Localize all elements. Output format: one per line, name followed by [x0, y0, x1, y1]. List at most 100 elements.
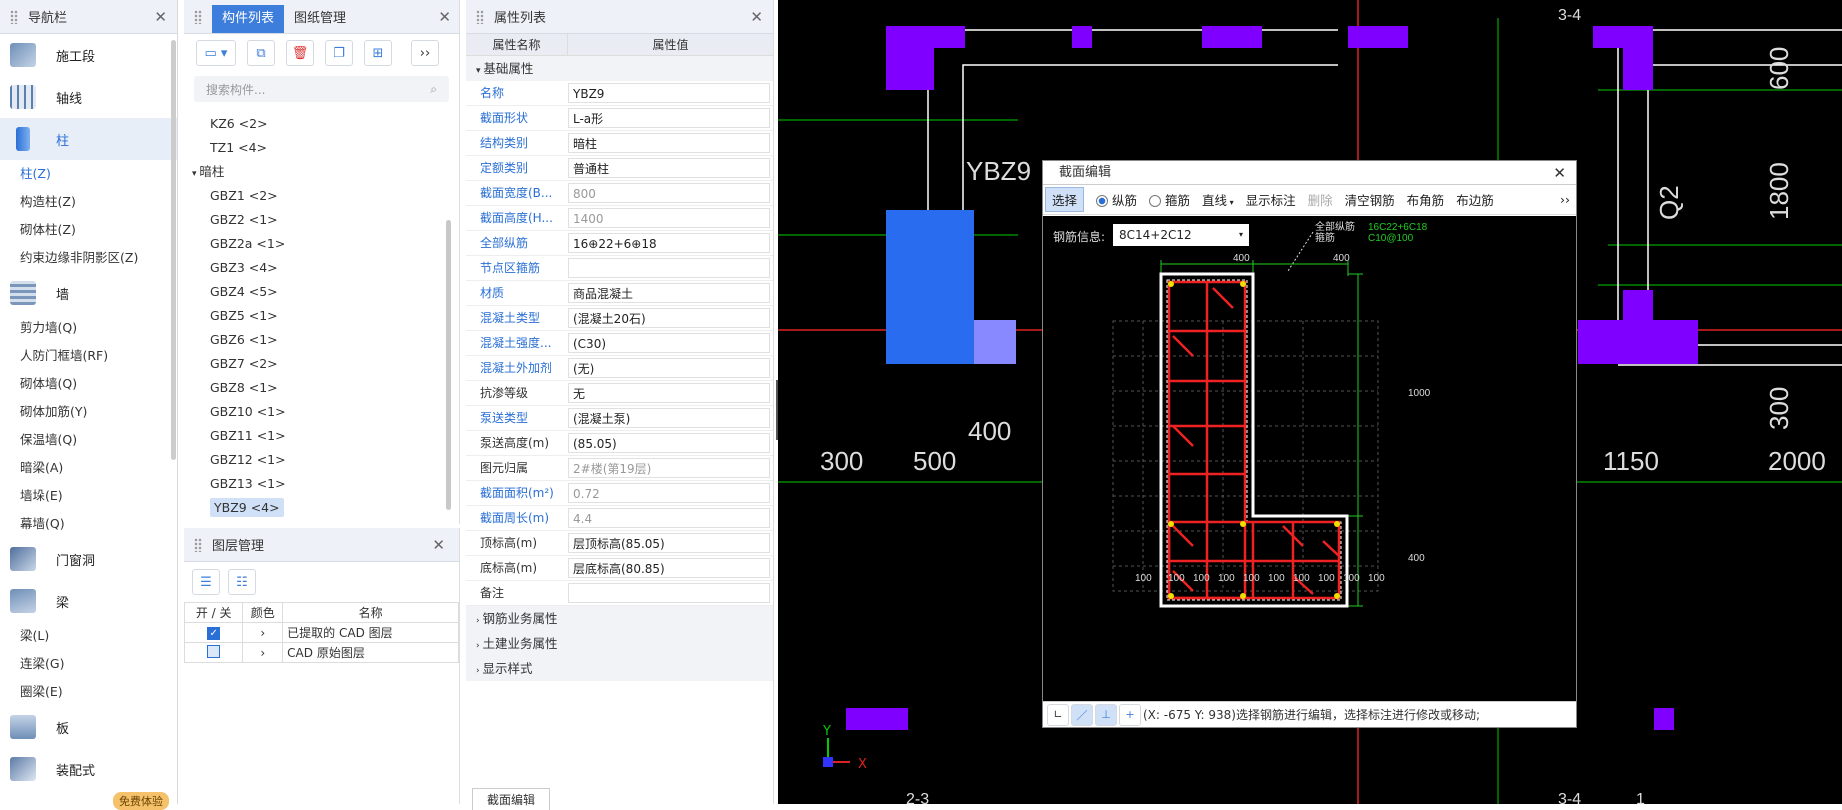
- nav-cat-axis[interactable]: 轴线: [0, 76, 177, 118]
- search-input[interactable]: 搜索构件...: [206, 81, 265, 98]
- property-value-field[interactable]: 16⊕22+6⊕18: [568, 233, 770, 253]
- layer-copy-button[interactable]: ⊞: [364, 40, 392, 66]
- layer-filter-button[interactable]: ☷: [228, 569, 256, 595]
- close-icon[interactable]: ✕: [438, 8, 451, 26]
- property-row[interactable]: 全部纵筋 16⊕22+6⊕18: [466, 231, 773, 256]
- tab-section-edit[interactable]: 截面编辑: [472, 788, 551, 810]
- property-value-field[interactable]: 暗柱: [568, 133, 770, 153]
- property-row[interactable]: 截面高度(H... 1400: [466, 206, 773, 231]
- longitudinal-rebar-radio[interactable]: 纵筋: [1096, 190, 1137, 209]
- property-value-field[interactable]: 1400: [568, 208, 770, 228]
- list-item[interactable]: GBZ7 <2>: [184, 352, 459, 376]
- list-item[interactable]: GBZ5 <1>: [184, 304, 459, 328]
- nav-sub-civil-door-wall[interactable]: 人防门框墙(RF): [0, 342, 177, 370]
- layer-checkbox[interactable]: ✓: [207, 627, 221, 640]
- list-item[interactable]: KZ6 <2>: [184, 112, 459, 136]
- property-value-field[interactable]: (85.05): [568, 433, 770, 453]
- list-item[interactable]: GBZ11 <1>: [184, 424, 459, 448]
- line-snap-icon[interactable]: ／: [1071, 703, 1093, 726]
- tab-component-list[interactable]: 构件列表: [212, 5, 285, 33]
- list-item[interactable]: GBZ13 <1>: [184, 472, 459, 496]
- more-icon[interactable]: ››: [411, 40, 439, 66]
- list-item[interactable]: GBZ3 <4>: [184, 256, 459, 280]
- property-value-field[interactable]: 层底标高(80.85): [568, 558, 770, 578]
- list-item[interactable]: GBZ12 <1>: [184, 448, 459, 472]
- clear-rebar-button[interactable]: 清空钢筋: [1345, 190, 1395, 209]
- nav-cat-column[interactable]: 柱: [0, 118, 177, 160]
- stirrup-radio[interactable]: 箍筋: [1149, 190, 1190, 209]
- property-row[interactable]: 混凝土类型 (混凝土20石): [466, 306, 773, 331]
- trial-badge[interactable]: 免费体验: [113, 792, 169, 810]
- layer-show-all-button[interactable]: ☰: [192, 569, 220, 595]
- select-tool-button[interactable]: 选择: [1045, 187, 1085, 212]
- close-icon[interactable]: ✕: [1553, 161, 1566, 184]
- table-row[interactable]: › CAD 原始图层: [183, 642, 459, 663]
- nav-cat-beam[interactable]: 梁: [0, 580, 177, 622]
- property-value-field[interactable]: (无): [568, 358, 770, 378]
- component-search[interactable]: 搜索构件... ⌕: [194, 76, 449, 102]
- more-icon[interactable]: ››: [1560, 192, 1570, 207]
- delete-button[interactable]: 🗑: [286, 40, 314, 66]
- corner-rebar-button[interactable]: 布角筋: [1407, 190, 1445, 209]
- nav-scrollbar[interactable]: [171, 40, 176, 460]
- ortho-icon[interactable]: ∟: [1047, 703, 1069, 726]
- property-row[interactable]: 混凝土外加剂 (无): [466, 356, 773, 381]
- close-icon[interactable]: ✕: [432, 536, 445, 554]
- list-item[interactable]: GBZ2a <1>: [184, 232, 459, 256]
- section-rebar[interactable]: › 钢筋业务属性: [466, 606, 773, 631]
- nav-sub-wall-pier[interactable]: 墙垛(E): [0, 482, 177, 510]
- nav-sub-beam[interactable]: 梁(L): [0, 622, 177, 650]
- property-row[interactable]: 截面宽度(B... 800: [466, 181, 773, 206]
- nav-cat-prefab[interactable]: 装配式: [0, 748, 177, 790]
- property-value-field[interactable]: 普通柱: [568, 158, 770, 178]
- drag-grip-icon[interactable]: [194, 537, 202, 552]
- nav-sub-masonry-rebar[interactable]: 砌体加筋(Y): [0, 398, 177, 426]
- add-dimension-icon[interactable]: +: [1119, 703, 1141, 726]
- close-icon[interactable]: ✕: [154, 8, 167, 26]
- property-value-field[interactable]: (C30): [568, 333, 770, 353]
- group-header[interactable]: ▾ 暗柱: [184, 160, 459, 184]
- nav-sub-shear-wall[interactable]: 剪力墙(Q): [0, 314, 177, 342]
- property-row[interactable]: 节点区箍筋: [466, 256, 773, 281]
- table-row[interactable]: ✓ › 已提取的 CAD 图层: [183, 622, 459, 643]
- property-row[interactable]: 截面周长(m) 4.4: [466, 506, 773, 531]
- property-row[interactable]: 底标高(m) 层底标高(80.85): [466, 556, 773, 581]
- new-component-button[interactable]: ▭ ▾: [196, 40, 236, 66]
- property-row[interactable]: 名称 YBZ9: [466, 81, 773, 106]
- line-dropdown[interactable]: 直线 ▾: [1202, 190, 1234, 209]
- property-row[interactable]: 泵送类型 (混凝土泵): [466, 406, 773, 431]
- property-row[interactable]: 抗渗等级 无: [466, 381, 773, 406]
- property-row[interactable]: 图元归属 2#楼(第19层): [466, 456, 773, 481]
- expand-arrow-icon[interactable]: ›: [242, 642, 284, 663]
- nav-sub-boundary-column[interactable]: 约束边缘非阴影区(Z): [0, 244, 177, 272]
- dialog-titlebar[interactable]: 截面编辑 ✕: [1043, 161, 1576, 185]
- nav-sub-link-beam[interactable]: 连梁(G): [0, 650, 177, 678]
- copy-button[interactable]: ⧉: [247, 40, 275, 66]
- property-value-field[interactable]: 商品混凝土: [568, 283, 770, 303]
- delete-button[interactable]: 删除: [1308, 190, 1333, 209]
- property-value-field[interactable]: 2#楼(第19层): [568, 458, 770, 478]
- nav-sub-masonry-column[interactable]: 砌体柱(Z): [0, 216, 177, 244]
- nav-sub-column[interactable]: 柱(Z): [0, 160, 177, 188]
- property-value-field[interactable]: 层顶标高(85.05): [568, 533, 770, 553]
- nav-sub-masonry-wall[interactable]: 砌体墙(Q): [0, 370, 177, 398]
- list-item[interactable]: GBZ6 <1>: [184, 328, 459, 352]
- section-basic[interactable]: ▾ 基础属性: [466, 56, 773, 81]
- list-item[interactable]: TZ1 <4>: [184, 136, 459, 160]
- property-row[interactable]: 结构类别 暗柱: [466, 131, 773, 156]
- property-row[interactable]: 截面面积(m²) 0.72: [466, 481, 773, 506]
- property-value-field[interactable]: 0.72: [568, 483, 770, 503]
- property-value-field[interactable]: L-a形: [568, 108, 770, 128]
- nav-sub-structural-column[interactable]: 构造柱(Z): [0, 188, 177, 216]
- section-canvas[interactable]: 钢筋信息: 8C14+2C12 ▾ 全部纵筋 箍筋 16C22+6C18 C10@…: [1043, 216, 1576, 701]
- nav-cat-construction-section[interactable]: 施工段: [0, 34, 177, 76]
- layer-checkbox[interactable]: [207, 644, 221, 658]
- list-item[interactable]: GBZ8 <1>: [184, 376, 459, 400]
- nav-cat-slab[interactable]: 板: [0, 706, 177, 748]
- show-dimension-button[interactable]: 显示标注: [1246, 190, 1296, 209]
- nav-sub-ring-beam[interactable]: 圈梁(E): [0, 678, 177, 706]
- perpendicular-icon[interactable]: ⊥: [1095, 703, 1117, 726]
- property-value-field[interactable]: [568, 583, 770, 603]
- property-row[interactable]: 定额类别 普通柱: [466, 156, 773, 181]
- drag-grip-icon[interactable]: [10, 9, 18, 24]
